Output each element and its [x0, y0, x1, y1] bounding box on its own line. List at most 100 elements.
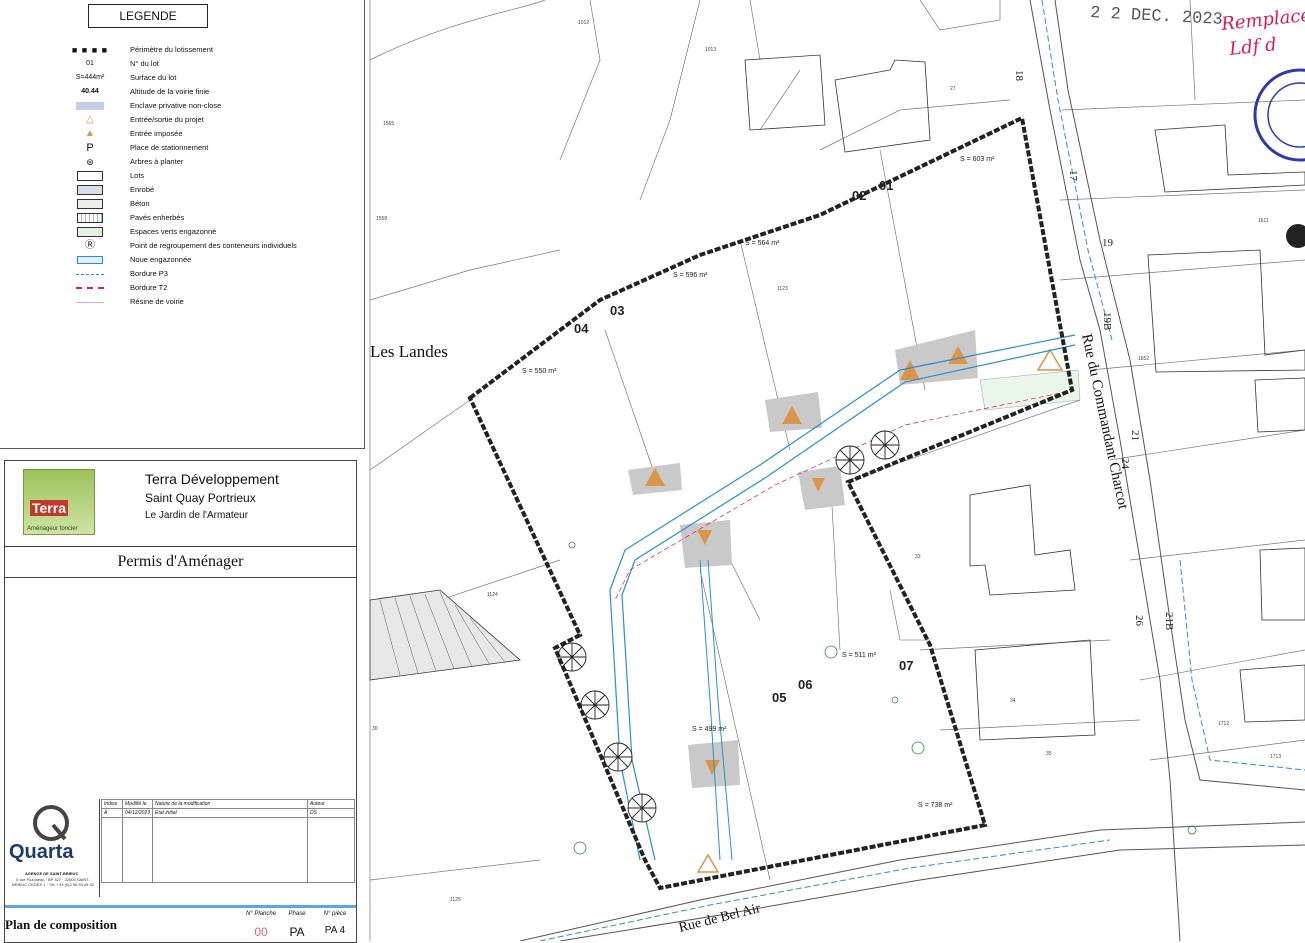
permit-title: Permis d'Aménager: [5, 546, 356, 578]
separator: [5, 905, 356, 908]
parking-icon: P: [86, 142, 94, 154]
legend-item: Noue engazonnée: [60, 253, 350, 267]
imposed-entry-icon: ▲: [85, 128, 95, 139]
terra-logo: Terra Aménageur foncier: [23, 469, 95, 535]
lot-number: 02: [852, 188, 866, 203]
lot-number: 05: [772, 690, 786, 705]
curb-p3-swatch: [60, 267, 120, 281]
legend-item: ■ ■ ■ ■ Périmètre du lotissement: [60, 43, 350, 57]
sheet-label: Phase: [288, 911, 306, 917]
legend-item: S=444m² Surface du lot: [60, 71, 350, 85]
lot-area: S = 596 m²: [673, 272, 708, 279]
lot-number: 04: [574, 321, 589, 336]
legend-item: 01 N° du lot: [60, 57, 350, 71]
legend-label: Entrée imposée: [130, 129, 183, 138]
quarta-address: 6 rue Puzoneau · BP 327 · 22003 SAINT-BR…: [12, 877, 94, 887]
legend-item: ▲ Entrée imposée: [60, 127, 350, 141]
legend-item: 40.44 Altitude de la voirie finie: [60, 85, 350, 99]
parcel-number: 35: [1046, 751, 1052, 757]
legend-label: Bordure P3: [130, 269, 168, 278]
legend-label: Arbres à planter: [130, 157, 184, 166]
lot-area: S = 738 m²: [918, 802, 953, 809]
place-name: Les Landes: [370, 342, 448, 361]
legend-label: Point de regroupement des conteneurs ind…: [130, 241, 297, 250]
legend-label: Entrée/sortie du projet: [130, 115, 204, 124]
house-number: 21: [1129, 430, 1141, 441]
house-number: 19: [1102, 237, 1114, 249]
lot-area: S = 499 m²: [692, 726, 727, 733]
parcel-number: 1611: [1258, 218, 1269, 224]
legend-item: Pavés enherbés: [60, 211, 350, 225]
company-name: Terra Développement: [145, 471, 279, 487]
house-number: 26: [1133, 615, 1145, 627]
legend-label: Enrobé: [130, 185, 155, 194]
legend-label: Béton: [130, 199, 150, 208]
sheet-number: 00: [254, 925, 268, 939]
parcel-number: 1012: [578, 20, 589, 26]
legend-item: Bordure T2: [60, 281, 350, 295]
perimeter-symbol: ■ ■ ■ ■: [71, 45, 109, 55]
cadastral-plan: 1012 1013 1565 1558 1123 1124 1125 1652 …: [364, 0, 1305, 941]
parcel-number: 34: [1010, 698, 1016, 704]
area-symbol: S=444m²: [75, 74, 105, 81]
legend-label: N° du lot: [130, 59, 159, 68]
quarta-q-icon: [33, 805, 69, 841]
lot-area: S = 550 m²: [522, 368, 557, 375]
legend-item: P Place de stationnement: [60, 141, 350, 155]
parcel-number: 1125: [450, 897, 461, 903]
parcel-number: 1124: [487, 592, 498, 598]
revision-header: Modifié le: [121, 799, 154, 809]
revision-cell: 04/12/2023: [121, 808, 154, 818]
lot-number: 06: [798, 677, 812, 692]
legend-label: Noue engazonnée: [130, 255, 192, 264]
enclave-swatch: [60, 99, 120, 113]
parcel-number: 30: [372, 726, 378, 732]
legend-label: Pavés enherbés: [130, 213, 185, 222]
legend-item: Bordure P3: [60, 267, 350, 281]
container-point-icon: Ⓡ: [85, 240, 95, 251]
altitude-symbol: 40.44: [81, 88, 99, 95]
lot-number: 03: [610, 303, 624, 318]
lot-area: S = 511 m²: [842, 652, 877, 659]
legend-title: LEGENDE: [88, 4, 208, 28]
lots-swatch: [60, 169, 120, 183]
legend-label: Place de stationnement: [130, 143, 209, 152]
lawn-swatch: [60, 225, 120, 239]
revision-cell: Etat initial: [152, 808, 309, 818]
revision-cell: DS: [307, 808, 355, 818]
revision-table: Indice Modifié le Nature de la modificat…: [101, 799, 355, 883]
project-name: Le Jardin de l'Armateur: [145, 510, 249, 521]
sheet-label: N° pièce: [323, 911, 347, 917]
revision-header: Indice: [101, 799, 123, 809]
revision-header: Nature de la modification: [152, 799, 309, 809]
legend-item: Enclave privative non-close: [60, 99, 350, 113]
lot-area: S = 603 m²: [960, 156, 995, 163]
swale-swatch: [60, 253, 120, 267]
phase-value: PA: [289, 925, 305, 939]
legend-item: Résine de voirie: [60, 295, 350, 309]
lot-number: 07: [899, 658, 913, 673]
house-number: 19B: [1101, 312, 1113, 330]
house-number: 21B: [1163, 612, 1175, 630]
legend-item: Ⓡ Point de regroupement des conteneurs in…: [60, 239, 350, 253]
title-block: Terra Aménageur foncier Terra Développem…: [4, 460, 357, 943]
parcel-number: 1712: [1218, 721, 1229, 727]
legend-item: Lots: [60, 169, 350, 183]
legend-label: Surface du lot: [130, 73, 177, 82]
legend-item: △ Entrée/sortie du projet: [60, 113, 350, 127]
revision-cell: A: [101, 808, 123, 818]
curb-t2-swatch: [60, 281, 120, 295]
piece-number: PA 4: [324, 925, 346, 936]
parcel-number: 1565: [383, 121, 394, 127]
legend-label: Résine de voirie: [130, 297, 184, 306]
grass-pavers-swatch: [60, 211, 120, 225]
concrete-swatch: [60, 197, 120, 211]
legend-label: Lots: [130, 171, 145, 180]
asphalt-swatch: [60, 183, 120, 197]
revision-row: A 04/12/2023 Etat initial DS: [101, 808, 355, 818]
parcel-number: 1123: [777, 286, 788, 292]
parcel-number: 1713: [1270, 754, 1281, 760]
parcel-number: 1558: [376, 216, 387, 222]
revision-header-row: Indice Modifié le Nature de la modificat…: [101, 799, 355, 809]
lot-area: S = 564 m²: [745, 240, 780, 247]
